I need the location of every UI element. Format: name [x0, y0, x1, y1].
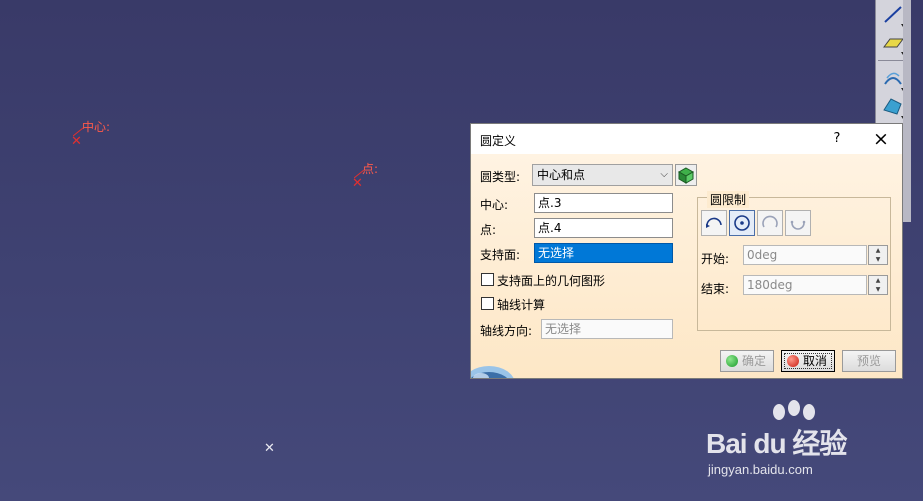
dialog-titlebar[interactable]: 圆定义 ? ×: [471, 124, 902, 154]
start-angle-field[interactable]: 0deg: [743, 245, 867, 265]
watermark-brand: Bai du 经验: [706, 428, 847, 459]
watermark-url: jingyan.baidu.com: [708, 462, 813, 477]
ok-button[interactable]: 确定: [720, 350, 774, 372]
end-angle-spinner[interactable]: ▲ ▼: [868, 275, 888, 295]
support-label: 支持面:: [480, 248, 521, 262]
support-field[interactable]: 无选择: [534, 243, 673, 263]
dialog-title: 圆定义: [480, 134, 517, 148]
full-circle-icon: [734, 215, 750, 231]
spin-up-icon: ▲: [875, 247, 881, 254]
dialog-body: 圆类型: 中心和点 ⌵ 中心: 点.3 点: 点.4 支持面: 无选择 支持面上…: [471, 154, 902, 378]
help-button[interactable]: ?: [827, 129, 847, 149]
circle-type-select[interactable]: 中心和点 ⌵: [532, 164, 673, 186]
spin-down-icon: ▼: [875, 286, 881, 293]
trimmed-circle-button[interactable]: [757, 210, 783, 236]
whole-circle-button[interactable]: [729, 210, 755, 236]
circle-limits-legend: 圆限制: [707, 191, 750, 208]
geometry-on-support-label: 支持面上的几何图形: [497, 274, 606, 288]
point-label: 点:: [362, 162, 379, 176]
cancel-red-dot-icon: [787, 355, 799, 367]
preview-button-label: 预览: [857, 354, 882, 368]
center-point-label: 中心:: [82, 120, 111, 134]
partial-arc-icon: [706, 217, 722, 228]
axis-direction-label: 轴线方向:: [480, 324, 533, 338]
spin-down-icon: ▼: [875, 256, 881, 263]
center-label: 中心:: [480, 198, 509, 212]
catia-globe-icon: [471, 366, 514, 378]
center-field[interactable]: 点.3: [534, 193, 673, 213]
toolbar-scrollbar[interactable]: [903, 0, 911, 222]
part-arc-button[interactable]: [701, 210, 727, 236]
end-angle-field[interactable]: 180deg: [743, 275, 867, 295]
close-button[interactable]: ×: [867, 128, 895, 150]
cancel-button-label: 取消: [803, 354, 828, 368]
point-field-label: 点:: [480, 223, 497, 237]
end-label: 结束:: [701, 282, 730, 296]
ok-button-label: 确定: [742, 354, 767, 368]
ok-green-dot-icon: [726, 355, 738, 367]
spin-up-icon: ▲: [875, 277, 881, 284]
complementary-circle-button[interactable]: [785, 210, 811, 236]
circle-type-label: 圆类型:: [480, 170, 521, 184]
preview-button[interactable]: 预览: [842, 350, 896, 372]
axis-computation-label: 轴线计算: [497, 298, 546, 312]
baidu-jingyan-watermark: Bai du 经验 jingyan.baidu.com: [706, 398, 886, 488]
start-label: 开始:: [701, 252, 730, 266]
geometry-on-support-checkbox[interactable]: [481, 273, 494, 286]
circle-type-icon-button[interactable]: [675, 164, 697, 186]
complement-arc-icon: [790, 220, 806, 230]
axis-direction-field[interactable]: 无选择: [541, 319, 673, 339]
circle-definition-dialog: 圆定义 ? × 圆类型: 中心和点 ⌵ 中心: 点.3 点: 点.4 支持面: …: [470, 123, 903, 379]
cancel-button[interactable]: 取消: [781, 350, 835, 372]
circle-type-value: 中心和点: [537, 168, 586, 182]
origin-marker-icon: ✕: [264, 441, 275, 456]
trimmed-arc-icon: [762, 215, 778, 228]
axis-computation-checkbox[interactable]: [481, 297, 494, 310]
start-angle-spinner[interactable]: ▲ ▼: [868, 245, 888, 265]
point-field[interactable]: 点.4: [534, 218, 673, 238]
cube-icon: [677, 167, 695, 184]
chevron-down-icon: ⌵: [660, 169, 668, 180]
